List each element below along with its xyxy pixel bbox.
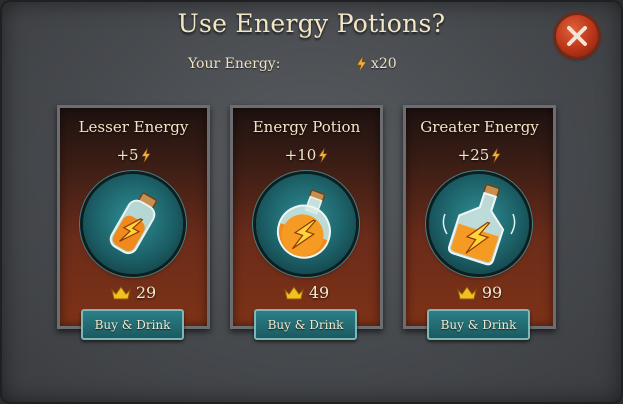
energy-amount: x20: [356, 56, 397, 72]
energy-gain: +25: [406, 146, 553, 164]
energy-gain: +10: [233, 146, 380, 164]
potion-name: Energy Potion: [252, 118, 361, 136]
energy-gain-value: +5: [116, 146, 139, 164]
lightning-bolt-icon: [491, 147, 501, 163]
energy-gain-value: +10: [284, 146, 317, 164]
price: 99: [406, 283, 553, 302]
buy-and-drink-button[interactable]: Buy & Drink: [254, 309, 357, 340]
close-button[interactable]: [556, 15, 598, 57]
price-value: 49: [308, 283, 330, 302]
potion-card-energy-potion: Energy Potion +10 49 Buy & Drink: [230, 105, 383, 340]
crown-icon: [283, 285, 304, 299]
small-vial-icon[interactable]: [83, 174, 183, 274]
large-flask-icon[interactable]: [429, 174, 529, 274]
energy-gain-value: +25: [457, 146, 490, 164]
potion-name: Lesser Energy: [78, 118, 189, 136]
energy-potion-dialog: Use Energy Potions? Your Energy: x20 Les…: [0, 0, 623, 404]
potion-card-greater-energy: Greater Energy +25 99 Buy & Drink: [403, 105, 556, 340]
lightning-bolt-icon: [140, 147, 151, 163]
buy-and-drink-button[interactable]: Buy & Drink: [427, 309, 530, 340]
crown-icon: [456, 285, 477, 299]
potion-name: Greater Energy: [420, 118, 539, 136]
price-value: 99: [481, 283, 503, 302]
lightning-bolt-icon: [356, 56, 367, 72]
close-icon: [567, 26, 587, 46]
dialog-title: Use Energy Potions?: [177, 9, 446, 38]
buy-and-drink-button[interactable]: Buy & Drink: [81, 309, 184, 340]
lightning-bolt-icon: [318, 147, 328, 163]
price: 29: [60, 283, 207, 302]
energy-value: x20: [371, 56, 397, 72]
price-value: 29: [135, 283, 157, 302]
energy-status: Your Energy: x20: [188, 56, 418, 76]
energy-gain: +5: [60, 146, 207, 164]
round-flask-icon[interactable]: [256, 174, 356, 274]
potion-card-lesser-energy: Lesser Energy +5 29 Buy & Drink: [57, 105, 210, 340]
crown-icon: [110, 285, 131, 299]
energy-label: Your Energy:: [188, 56, 281, 72]
price: 49: [233, 283, 380, 302]
